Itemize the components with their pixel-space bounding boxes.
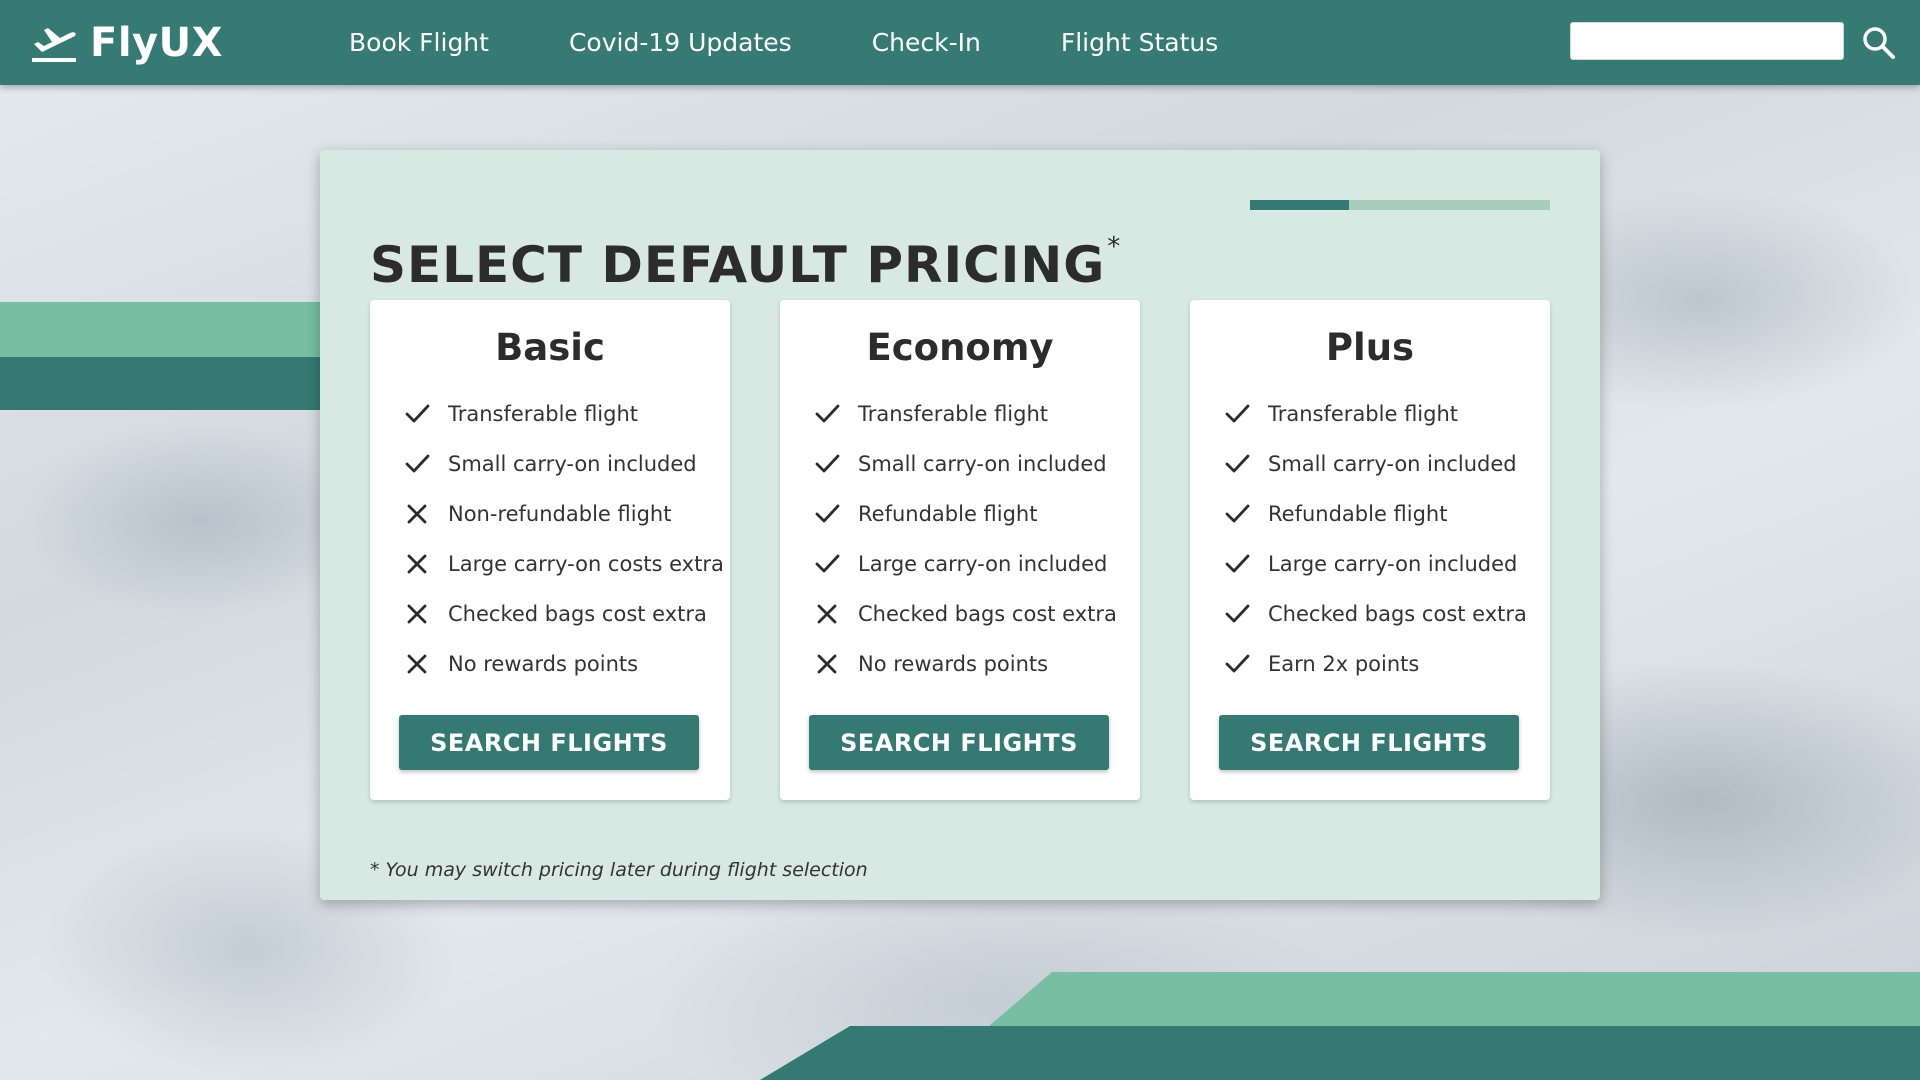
feature-label: Small carry-on included xyxy=(858,452,1107,476)
feature-label: Checked bags cost extra xyxy=(858,602,1117,626)
checkmark-icon xyxy=(815,554,840,573)
decor-band-light xyxy=(0,302,330,357)
checkmark-icon xyxy=(815,404,840,423)
cross-icon xyxy=(817,604,837,624)
brand-logo[interactable]: FlyUX xyxy=(30,20,320,66)
cross-icon xyxy=(407,504,427,524)
checkmark-icon xyxy=(405,454,430,473)
feature-item: Checked bags cost extra xyxy=(404,589,730,639)
feature-item: Large carry-on included xyxy=(814,539,1140,589)
feature-item: Small carry-on included xyxy=(404,439,730,489)
nav-covid-updates[interactable]: Covid-19 Updates xyxy=(569,28,792,57)
feature-item: Large carry-on costs extra xyxy=(404,539,730,589)
checkmark-icon xyxy=(1225,654,1250,673)
feature-label: Transferable flight xyxy=(1268,402,1459,426)
feature-label: Refundable flight xyxy=(858,502,1038,526)
nav-book-flight[interactable]: Book Flight xyxy=(349,28,489,57)
cross-icon xyxy=(817,654,837,674)
page-title-text: SELECT DEFAULT PRICING xyxy=(370,235,1106,294)
decor-band-dark-bottom xyxy=(760,1026,1920,1080)
nav-check-in[interactable]: Check-In xyxy=(872,28,981,57)
feature-label: Non-refundable flight xyxy=(448,502,672,526)
feature-item: No rewards points xyxy=(814,639,1140,689)
plan-title: Basic xyxy=(495,326,605,369)
feature-label: Earn 2x points xyxy=(1268,652,1420,676)
pricing-footnote: * You may switch pricing later during fl… xyxy=(370,859,868,881)
feature-label: No rewards points xyxy=(858,652,1049,676)
feature-label: Refundable flight xyxy=(1268,502,1448,526)
feature-item: Transferable flight xyxy=(814,389,1140,439)
feature-label: Large carry-on costs extra xyxy=(448,552,724,576)
decor-band-dark xyxy=(0,357,330,410)
brand-name: FlyUX xyxy=(90,19,223,66)
feature-item: Refundable flight xyxy=(1224,489,1550,539)
cross-icon xyxy=(407,654,427,674)
plan-card-economy: Economy Transferable flight Small carry-o… xyxy=(780,300,1140,800)
checkmark-icon xyxy=(405,404,430,423)
feature-label: Checked bags cost extra xyxy=(448,602,707,626)
plan-card-basic: Basic Transferable flight Small carry-on … xyxy=(370,300,730,800)
checkmark-icon xyxy=(1225,604,1250,623)
feature-item: Transferable flight xyxy=(404,389,730,439)
feature-list: Transferable flight Small carry-on includ… xyxy=(1224,389,1550,689)
airplane-takeoff-icon xyxy=(32,27,76,62)
feature-label: Small carry-on included xyxy=(448,452,697,476)
feature-label: No rewards points xyxy=(448,652,639,676)
checkmark-icon xyxy=(1225,404,1250,423)
progress-bar xyxy=(1250,200,1550,210)
feature-item: Small carry-on included xyxy=(1224,439,1550,489)
feature-item: Non-refundable flight xyxy=(404,489,730,539)
feature-list: Transferable flight Small carry-on includ… xyxy=(814,389,1140,689)
feature-label: Large carry-on included xyxy=(858,552,1108,576)
feature-label: Transferable flight xyxy=(448,402,639,426)
pricing-cards: Basic Transferable flight Small carry-on … xyxy=(370,300,1550,800)
plan-title: Plus xyxy=(1325,326,1415,369)
main-nav: Book Flight Covid-19 Updates Check-In Fl… xyxy=(320,28,1298,57)
plan-card-plus: Plus Transferable flight Small carry-on i… xyxy=(1190,300,1550,800)
nav-flight-status[interactable]: Flight Status xyxy=(1061,28,1218,57)
feature-label: Checked bags cost extra xyxy=(1268,602,1527,626)
checkmark-icon xyxy=(1225,554,1250,573)
decor-band-light-bottom xyxy=(982,972,1920,1032)
feature-item: Transferable flight xyxy=(1224,389,1550,439)
feature-label: Small carry-on included xyxy=(1268,452,1517,476)
cross-icon xyxy=(407,604,427,624)
checkmark-icon xyxy=(1225,504,1250,523)
page-title: SELECT DEFAULT PRICING* xyxy=(370,232,1121,294)
cross-icon xyxy=(407,554,427,574)
top-navbar: FlyUX Book Flight Covid-19 Updates Check… xyxy=(0,0,1920,85)
feature-item: Checked bags cost extra xyxy=(1224,589,1550,639)
progress-bar-fill xyxy=(1250,200,1349,210)
feature-item: Large carry-on included xyxy=(1224,539,1550,589)
feature-item: Checked bags cost extra xyxy=(814,589,1140,639)
feature-label: Transferable flight xyxy=(858,402,1049,426)
title-asterisk: * xyxy=(1107,231,1122,262)
feature-item: Earn 2x points xyxy=(1224,639,1550,689)
feature-item: Small carry-on included xyxy=(814,439,1140,489)
feature-item: Refundable flight xyxy=(814,489,1140,539)
search-icon[interactable] xyxy=(1862,26,1896,60)
search-flights-button-basic[interactable]: SEARCH FLIGHTS xyxy=(399,715,699,770)
feature-label: Large carry-on included xyxy=(1268,552,1518,576)
feature-list: Transferable flight Small carry-on includ… xyxy=(404,389,730,689)
checkmark-icon xyxy=(1225,454,1250,473)
pricing-panel: SELECT DEFAULT PRICING* Basic Transferab… xyxy=(320,150,1600,900)
plan-title: Economy xyxy=(866,326,1054,369)
feature-item: No rewards points xyxy=(404,639,730,689)
checkmark-icon xyxy=(815,504,840,523)
checkmark-icon xyxy=(815,454,840,473)
search-flights-button-economy[interactable]: SEARCH FLIGHTS xyxy=(809,715,1109,770)
search-flights-button-plus[interactable]: SEARCH FLIGHTS xyxy=(1219,715,1519,770)
search-input[interactable] xyxy=(1570,22,1844,60)
